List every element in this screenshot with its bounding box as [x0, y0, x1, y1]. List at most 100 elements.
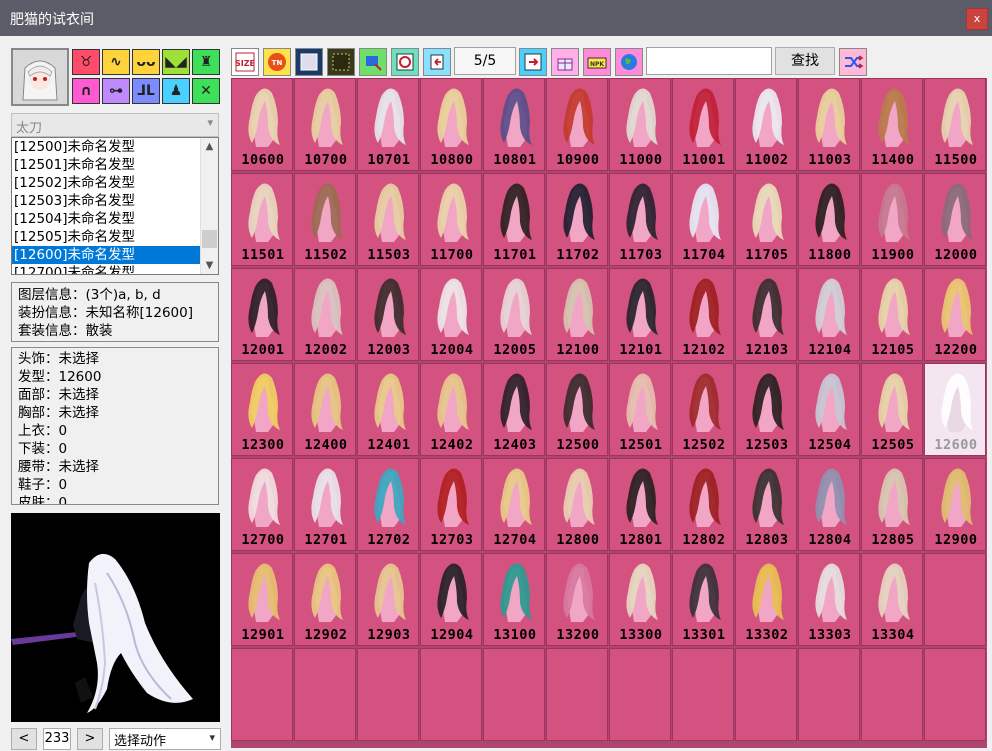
hair-item-cell[interactable]: 12300 [231, 363, 293, 456]
hair-item-cell[interactable]: 11400 [861, 78, 923, 171]
size-icon[interactable]: SIZE [231, 48, 259, 76]
hair-item-cell[interactable]: 12000 [924, 173, 986, 266]
hair-item-cell[interactable]: 13302 [735, 553, 797, 646]
top-slot-icon[interactable]: ♜ [192, 49, 220, 75]
next-page-icon[interactable] [519, 48, 547, 76]
hair-item-cell[interactable]: 12702 [357, 458, 419, 551]
hair-item-cell[interactable]: 12500 [546, 363, 608, 456]
hair-item-cell[interactable]: 12403 [483, 363, 545, 456]
hair-item-cell[interactable]: 13300 [609, 553, 671, 646]
hair-item-cell[interactable]: 11002 [735, 78, 797, 171]
hair-item-cell[interactable]: 10700 [294, 78, 356, 171]
hair-item-cell[interactable]: 12002 [294, 268, 356, 361]
action-select[interactable]: 选择动作 ▾ [109, 728, 221, 750]
hair-item-cell[interactable]: 11800 [798, 173, 860, 266]
hair-item-cell[interactable]: 11003 [798, 78, 860, 171]
search-input[interactable] [646, 47, 772, 75]
hair-list-item[interactable]: [12500]未命名发型 [12, 138, 218, 156]
hair-item-cell[interactable]: 12102 [672, 268, 734, 361]
gift-icon[interactable] [551, 48, 579, 76]
globe-icon[interactable] [615, 48, 643, 76]
scroll-thumb[interactable] [202, 230, 217, 248]
hair-item-cell[interactable]: 12105 [861, 268, 923, 361]
pants-slot-icon[interactable]: ∩ [72, 78, 100, 104]
weapon-slot-icon[interactable]: ✕ [192, 78, 220, 104]
hair-item-cell[interactable]: 12703 [420, 458, 482, 551]
hair-item-cell[interactable]: 11001 [672, 78, 734, 171]
hair-item-cell[interactable]: 10800 [420, 78, 482, 171]
hair-item-cell[interactable]: 13303 [798, 553, 860, 646]
swap-icon[interactable] [359, 48, 387, 76]
hair-item-cell[interactable]: 12801 [609, 458, 671, 551]
hair-item-cell[interactable]: 11700 [420, 173, 482, 266]
close-button[interactable]: x [966, 8, 988, 30]
hair-item-cell[interactable]: 11703 [609, 173, 671, 266]
export-icon[interactable] [423, 48, 451, 76]
hair-list-item[interactable]: [12505]未命名发型 [12, 228, 218, 246]
hair-item-cell[interactable]: 11000 [609, 78, 671, 171]
scroll-down-icon[interactable]: ▼ [201, 257, 218, 274]
hair-item-cell[interactable]: 12001 [231, 268, 293, 361]
hair-item-cell[interactable]: 12503 [735, 363, 797, 456]
hair-item-cell[interactable]: 12904 [420, 553, 482, 646]
hair-item-cell[interactable]: 12800 [546, 458, 608, 551]
hair-item-cell[interactable]: 11701 [483, 173, 545, 266]
hair-item-cell[interactable]: 11705 [735, 173, 797, 266]
hair-item-cell[interactable]: 12802 [672, 458, 734, 551]
shuffle-icon[interactable] [839, 48, 867, 76]
hair-list[interactable]: [12500]未命名发型 [12501]未命名发型 [12502]未命名发型 [125… [11, 137, 219, 275]
body-slot-icon[interactable]: ♟ [162, 78, 190, 104]
hair-item-cell[interactable]: 11503 [357, 173, 419, 266]
face-slot-icon[interactable]: ᴗᴗ [132, 49, 160, 75]
shoes-slot-icon[interactable]: ᒧᒪ [132, 78, 160, 104]
hair-item-cell[interactable]: 12104 [798, 268, 860, 361]
hair-item-cell[interactable]: 12901 [231, 553, 293, 646]
belt-slot-icon[interactable]: ⊶ [102, 78, 130, 104]
hair-item-cell[interactable]: 12805 [861, 458, 923, 551]
hair-item-cell[interactable]: 10900 [546, 78, 608, 171]
hair-item-cell[interactable]: 11500 [924, 78, 986, 171]
headwear-slot-icon[interactable]: ♉ [72, 49, 100, 75]
hair-list-scrollbar[interactable]: ▲ ▼ [200, 138, 218, 274]
hair-item-cell[interactable]: 10801 [483, 78, 545, 171]
hair-list-item[interactable]: [12501]未命名发型 [12, 156, 218, 174]
hair-list-item[interactable]: [12503]未命名发型 [12, 192, 218, 210]
hair-item-cell[interactable]: 12402 [420, 363, 482, 456]
hair-item-cell[interactable]: 12400 [294, 363, 356, 456]
hair-item-cell[interactable]: 13301 [672, 553, 734, 646]
hair-item-cell[interactable]: 12101 [609, 268, 671, 361]
hair-item-cell[interactable]: 12704 [483, 458, 545, 551]
next-frame-button[interactable]: > [77, 728, 103, 750]
hair-item-cell[interactable]: 12200 [924, 268, 986, 361]
frame-number-field[interactable]: 233 [43, 728, 71, 750]
hair-item-cell[interactable]: 11702 [546, 173, 608, 266]
character-avatar[interactable] [11, 48, 69, 106]
hair-item-cell[interactable]: 10600 [231, 78, 293, 171]
hair-item-cell[interactable]: 12900 [924, 458, 986, 551]
hair-item-cell[interactable]: 12005 [483, 268, 545, 361]
prev-frame-button[interactable]: < [11, 728, 37, 750]
hair-item-cell[interactable]: 11900 [861, 173, 923, 266]
scroll-up-icon[interactable]: ▲ [201, 138, 218, 155]
search-button[interactable]: 查找 [775, 47, 835, 75]
tn-icon[interactable]: TN [263, 48, 291, 76]
hair-item-cell[interactable]: 12401 [357, 363, 419, 456]
hair-item-cell[interactable]: 13304 [861, 553, 923, 646]
hair-item-cell[interactable]: 12100 [546, 268, 608, 361]
hair-item-cell[interactable]: 12700 [231, 458, 293, 551]
hair-slot-icon[interactable]: ∿ [102, 49, 130, 75]
hair-item-cell[interactable]: 11501 [231, 173, 293, 266]
hair-item-cell[interactable]: 11502 [294, 173, 356, 266]
hair-item-cell[interactable]: 12902 [294, 553, 356, 646]
hair-list-item[interactable]: [12700]未命名发型 [12, 264, 218, 274]
hair-list-item[interactable]: [12600]未命名发型 [12, 246, 218, 264]
hair-item-cell[interactable]: 12804 [798, 458, 860, 551]
hair-item-cell[interactable]: 12600 [924, 363, 986, 456]
hair-item-cell[interactable]: 13200 [546, 553, 608, 646]
hair-item-cell[interactable]: 12701 [294, 458, 356, 551]
eyes-slot-icon[interactable]: ◣◢ [162, 49, 190, 75]
hair-item-cell[interactable]: 12903 [357, 553, 419, 646]
hair-item-cell[interactable]: 12803 [735, 458, 797, 551]
hair-item-cell[interactable]: 12103 [735, 268, 797, 361]
frame-icon[interactable] [295, 48, 323, 76]
